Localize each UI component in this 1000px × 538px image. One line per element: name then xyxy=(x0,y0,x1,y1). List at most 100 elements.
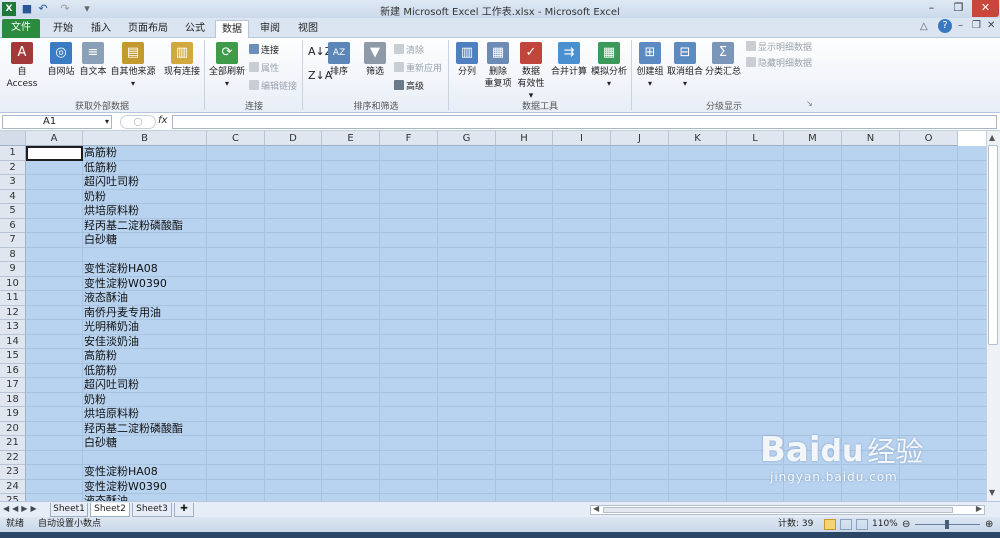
from-web-button[interactable]: ◎ 自网站 xyxy=(44,42,78,78)
normal-view-icon[interactable] xyxy=(824,519,836,530)
row-header-23[interactable]: 23 xyxy=(0,465,26,480)
window-minimize-icon[interactable]: – xyxy=(958,20,963,31)
column-header-h[interactable]: H xyxy=(496,131,553,146)
cell-b7[interactable]: 白砂糖 xyxy=(84,233,117,248)
from-access-button[interactable]: A自 Access xyxy=(2,42,42,90)
cell-b5[interactable]: 烘培原料粉 xyxy=(84,204,139,219)
cell-b1[interactable]: 高筋粉 xyxy=(84,146,117,161)
column-header-l[interactable]: L xyxy=(727,131,784,146)
cell-b11[interactable]: 液态酥油 xyxy=(84,291,128,306)
tab-file[interactable]: 文件 xyxy=(2,19,40,38)
cell-b13[interactable]: 光明稀奶油 xyxy=(84,320,139,335)
subtotal-button[interactable]: Σ 分类汇总 xyxy=(704,42,742,78)
what-if-analysis-button[interactable]: ▦ 模拟分析 ▾ xyxy=(589,42,629,90)
advanced-filter-button[interactable]: 高级 xyxy=(394,80,424,93)
row-header-12[interactable]: 12 xyxy=(0,305,26,320)
row-header-10[interactable]: 10 xyxy=(0,276,26,291)
from-text-button[interactable]: ≡ 自文本 xyxy=(78,42,108,78)
text-to-columns-button[interactable]: ▥ 分列 xyxy=(452,42,482,78)
tab-view[interactable]: 视图 xyxy=(291,20,325,38)
sort-button[interactable]: AZ 排序 xyxy=(326,42,352,78)
page-layout-view-icon[interactable] xyxy=(840,519,852,530)
insert-sheet-icon[interactable]: ✚ xyxy=(174,503,194,517)
row-header-13[interactable]: 13 xyxy=(0,320,26,335)
tab-home[interactable]: 开始 xyxy=(46,20,80,38)
clear-filter-button[interactable]: 清除 xyxy=(394,44,424,57)
row-header-7[interactable]: 7 xyxy=(0,233,26,248)
cell-b12[interactable]: 南侨丹麦专用油 xyxy=(84,306,161,321)
help-icon[interactable]: ? xyxy=(938,19,952,33)
ungroup-button[interactable]: ⊟ 取消组合 ▾ xyxy=(667,42,703,90)
scroll-down-icon[interactable]: ▼ xyxy=(989,488,995,497)
consolidate-button[interactable]: ⇉ 合并计算 xyxy=(550,42,588,78)
row-header-6[interactable]: 6 xyxy=(0,218,26,233)
cell-b17[interactable]: 超闪吐司粉 xyxy=(84,378,139,393)
column-header-j[interactable]: J xyxy=(611,131,669,146)
cell-b4[interactable]: 奶粉 xyxy=(84,190,106,205)
hide-detail-button[interactable]: 隐藏明细数据 xyxy=(746,57,812,70)
cell-b3[interactable]: 超闪吐司粉 xyxy=(84,175,139,190)
column-header-c[interactable]: C xyxy=(207,131,265,146)
column-header-f[interactable]: F xyxy=(380,131,438,146)
connections-button[interactable]: 连接 xyxy=(249,44,279,57)
h-scroll-thumb[interactable] xyxy=(603,507,953,513)
reapply-button[interactable]: 重新应用 xyxy=(394,62,442,75)
row-header-2[interactable]: 2 xyxy=(0,160,26,175)
tab-data[interactable]: 数据 xyxy=(215,20,249,38)
sheet-nav-icons[interactable]: ◀◀▶▶ xyxy=(3,504,40,513)
restore-icon[interactable]: ❐ xyxy=(945,0,972,17)
formula-input[interactable] xyxy=(172,115,997,129)
cell-b24[interactable]: 变性淀粉W0390 xyxy=(84,480,167,495)
sheet-tab-sheet2[interactable]: Sheet2 xyxy=(90,503,130,517)
zoom-slider-thumb[interactable] xyxy=(945,520,949,529)
cell-b18[interactable]: 奶粉 xyxy=(84,393,106,408)
row-header-1[interactable]: 1 xyxy=(0,146,26,161)
column-header-a[interactable]: A xyxy=(26,131,83,146)
row-header-25[interactable]: 25 xyxy=(0,494,26,501)
from-other-sources-button[interactable]: ▤ 自其他来源 ▾ xyxy=(108,42,158,90)
cell-b23[interactable]: 变性淀粉HA08 xyxy=(84,465,158,480)
cell-b19[interactable]: 烘培原料粉 xyxy=(84,407,139,422)
row-header-14[interactable]: 14 xyxy=(0,334,26,349)
insert-function-icon[interactable]: fx xyxy=(158,115,167,126)
horizontal-scrollbar[interactable]: ◀ ▶ xyxy=(590,504,985,515)
row-header-5[interactable]: 5 xyxy=(0,204,26,219)
column-header-b[interactable]: B xyxy=(83,131,207,146)
zoom-out-icon[interactable]: ⊖ xyxy=(902,517,910,532)
existing-connections-button[interactable]: ▥ 现有连接 xyxy=(162,42,202,78)
scroll-up-icon[interactable]: ▲ xyxy=(989,133,995,142)
column-header-d[interactable]: D xyxy=(265,131,322,146)
close-icon[interactable]: ✕ xyxy=(972,0,999,17)
row-header-20[interactable]: 20 xyxy=(0,421,26,436)
edit-links-button[interactable]: 编辑链接 xyxy=(249,80,297,93)
zoom-in-icon[interactable]: ⊕ xyxy=(985,517,993,532)
sheet-tab-sheet3[interactable]: Sheet3 xyxy=(132,503,172,517)
row-header-4[interactable]: 4 xyxy=(0,189,26,204)
scroll-thumb[interactable] xyxy=(988,145,998,345)
minimize-icon[interactable]: – xyxy=(918,0,945,17)
row-header-18[interactable]: 18 xyxy=(0,392,26,407)
dialog-launcher-icon[interactable]: ↘ xyxy=(806,99,813,108)
namebox-dropdown-icon[interactable]: ▾ xyxy=(105,116,109,128)
collapse-ribbon-icon[interactable]: △ xyxy=(920,21,928,32)
cell-b16[interactable]: 低筋粉 xyxy=(84,364,117,379)
cell-b25[interactable]: 液态酥油 xyxy=(84,494,128,501)
tab-review[interactable]: 审阅 xyxy=(253,20,287,38)
column-header-i[interactable]: I xyxy=(553,131,611,146)
row-header-11[interactable]: 11 xyxy=(0,291,26,306)
select-all-corner[interactable] xyxy=(0,131,26,146)
column-header-n[interactable]: N xyxy=(842,131,900,146)
refresh-all-button[interactable]: ⟳ 全部刷新 ▾ xyxy=(208,42,246,90)
group-button[interactable]: ⊞ 创建组 ▾ xyxy=(634,42,666,90)
row-header-16[interactable]: 16 xyxy=(0,363,26,378)
row-header-3[interactable]: 3 xyxy=(0,175,26,190)
row-header-19[interactable]: 19 xyxy=(0,407,26,422)
name-box[interactable]: A1 ▾ xyxy=(2,115,112,129)
filter-button[interactable]: ▼ 筛选 xyxy=(362,42,388,78)
window-close-icon[interactable]: ✕ xyxy=(987,20,995,31)
cell-b20[interactable]: 羟丙基二淀粉磷酸酯 xyxy=(84,422,183,437)
zoom-level[interactable]: 110% xyxy=(872,517,898,532)
cell-b6[interactable]: 羟丙基二淀粉磷酸酯 xyxy=(84,219,183,234)
active-cell-a1[interactable] xyxy=(26,146,83,161)
page-break-view-icon[interactable] xyxy=(856,519,868,530)
